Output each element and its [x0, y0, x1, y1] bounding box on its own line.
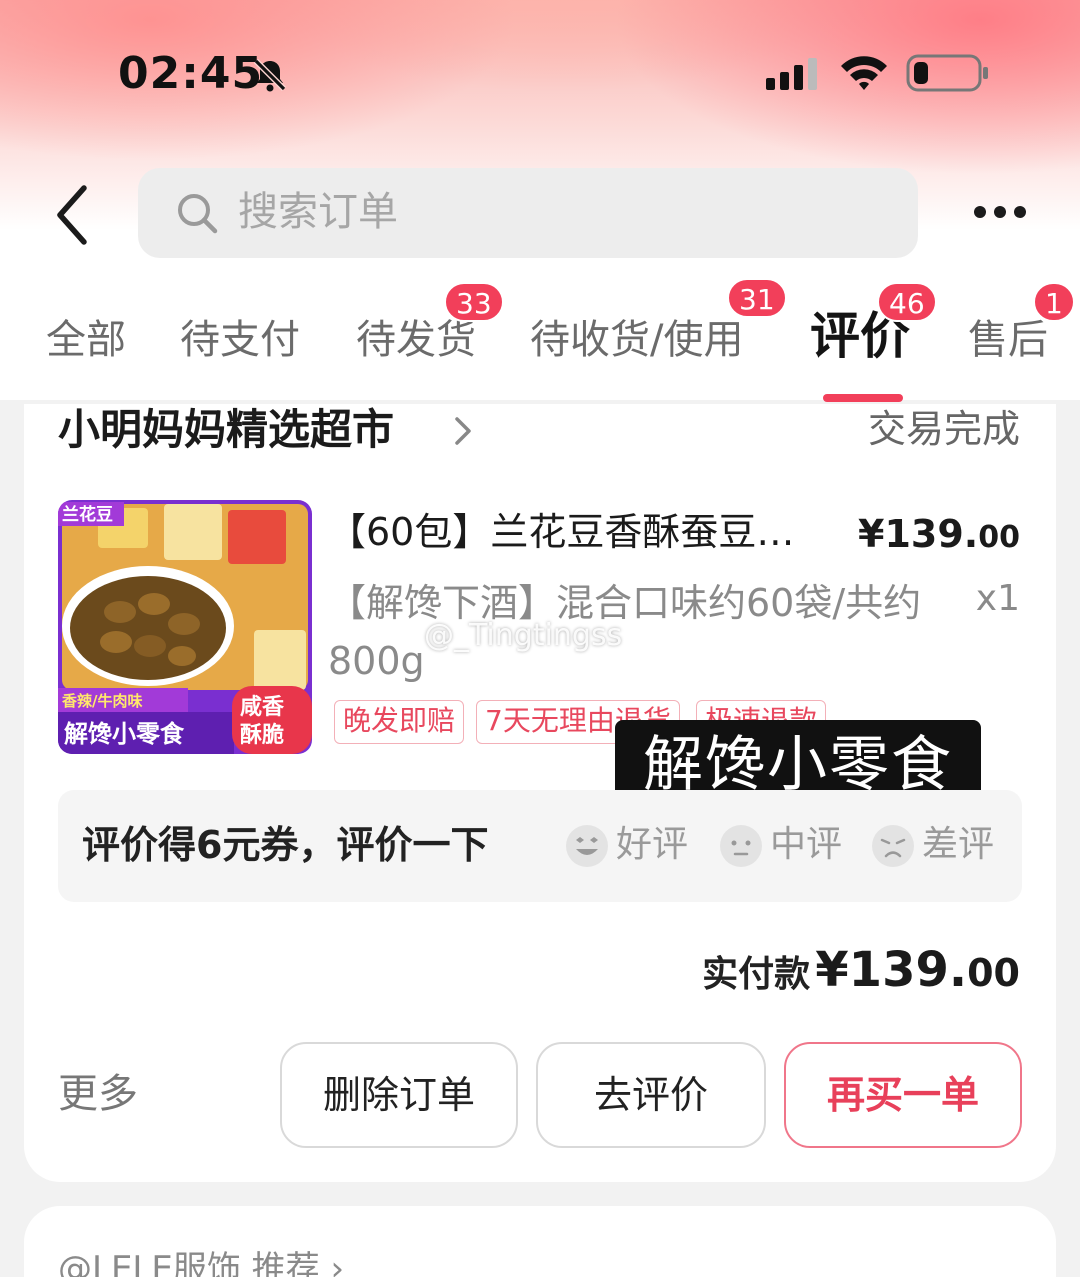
- tab-pending-shipment[interactable]: 待发货: [356, 314, 476, 366]
- product-price-cents: 00: [978, 520, 1020, 555]
- tab-badge: 31: [727, 278, 787, 318]
- watermark: @_Tingtingss: [424, 618, 623, 653]
- tab-after-sales[interactable]: 售后: [968, 314, 1048, 366]
- dot-icon: [994, 206, 1006, 218]
- chevron-right-icon[interactable]: [452, 414, 474, 448]
- tab-badge: 1: [1033, 282, 1075, 322]
- order-tabs: 全部 待支付 待发货 33 待收货/使用 31 评价 46 售后 1: [0, 270, 1080, 400]
- bell-off-icon: [253, 58, 287, 92]
- product-title[interactable]: 【60包】兰花豆香酥蚕豆…: [328, 504, 838, 560]
- tab-all[interactable]: 全部: [46, 314, 126, 366]
- delete-order-button[interactable]: 删除订单: [280, 1042, 518, 1148]
- rating-good-label: 好评: [616, 824, 689, 865]
- product-price-main: ¥139.: [858, 512, 979, 556]
- product-image-badge: 咸香: [240, 695, 284, 720]
- tab-pending-receipt[interactable]: 待收货/使用: [530, 314, 743, 366]
- battery-icon: [906, 54, 988, 92]
- product-image-badge: 酥脆: [240, 722, 284, 748]
- more-options-button[interactable]: [968, 198, 1032, 228]
- service-tag: 晚发即赔: [334, 700, 465, 744]
- product-spec: 【解馋下酒】混合口味约60袋/共约800g: [328, 581, 922, 683]
- rating-good[interactable]: 好评: [564, 820, 688, 870]
- search-input[interactable]: 搜索订单: [138, 168, 918, 258]
- rating-bad[interactable]: 差评: [870, 820, 994, 870]
- order-status: 交易完成: [867, 407, 1020, 451]
- more-actions-link[interactable]: 更多: [58, 1068, 138, 1120]
- neutral-face-icon: [720, 825, 762, 867]
- paid-amount-cents: 00: [967, 951, 1020, 995]
- search-placeholder: 搜索订单: [238, 189, 398, 235]
- product-image-brand: 兰花豆: [62, 504, 113, 525]
- shop-name[interactable]: 小明妈妈精选超市: [58, 404, 394, 456]
- tab-badge: 33: [444, 282, 504, 322]
- product-image[interactable]: 兰花豆 香辣/牛肉味 解馋小零食 咸香 酥脆: [58, 500, 312, 754]
- back-button[interactable]: [48, 180, 98, 250]
- tab-badge: 46: [877, 282, 937, 322]
- product-image-flavor: 香辣/牛肉味: [62, 692, 142, 710]
- rating-neutral-label: 中评: [770, 824, 843, 865]
- wifi-icon: [841, 56, 887, 90]
- product-photo: 兰花豆 香辣/牛肉味 解馋小零食 咸香 酥脆: [58, 500, 312, 754]
- active-tab-indicator: [823, 394, 903, 402]
- status-time: 02:45: [118, 48, 264, 99]
- tab-pending-payment[interactable]: 待支付: [180, 314, 300, 366]
- product-price: ¥139.00: [858, 510, 1020, 562]
- write-review-button[interactable]: 去评价: [536, 1042, 766, 1148]
- paid-amount-main: ¥139.: [815, 942, 968, 998]
- recommendation-header[interactable]: @LELE服饰 推荐 ›: [58, 1246, 344, 1277]
- buy-again-button[interactable]: 再买一单: [784, 1042, 1022, 1148]
- happy-face-icon: [566, 825, 608, 867]
- dot-icon: [974, 206, 986, 218]
- product-image-slogan: 解馋小零食: [64, 720, 185, 748]
- paid-amount: 实付款 ¥139.00: [702, 940, 1020, 1011]
- review-prompt-text: 评价得6元券，评价一下: [82, 823, 489, 867]
- search-icon: [178, 194, 218, 234]
- rating-bad-label: 差评: [922, 824, 995, 865]
- rating-neutral[interactable]: 中评: [718, 820, 842, 870]
- product-quantity: x1: [975, 578, 1020, 619]
- recommendation-card[interactable]: @LELE服饰 推荐 ›: [24, 1206, 1056, 1277]
- dot-icon: [1014, 206, 1026, 218]
- sad-face-icon: [872, 825, 914, 867]
- order-card[interactable]: 小明妈妈精选超市 交易完成 兰花豆 香辣/牛肉味 解馋小零食 咸香 酥脆 【60…: [24, 404, 1056, 1182]
- paid-label: 实付款: [702, 954, 811, 995]
- review-prompt-bar[interactable]: 评价得6元券，评价一下 好评 中评 差评: [58, 790, 1022, 902]
- cellular-signal-icon: [766, 58, 817, 90]
